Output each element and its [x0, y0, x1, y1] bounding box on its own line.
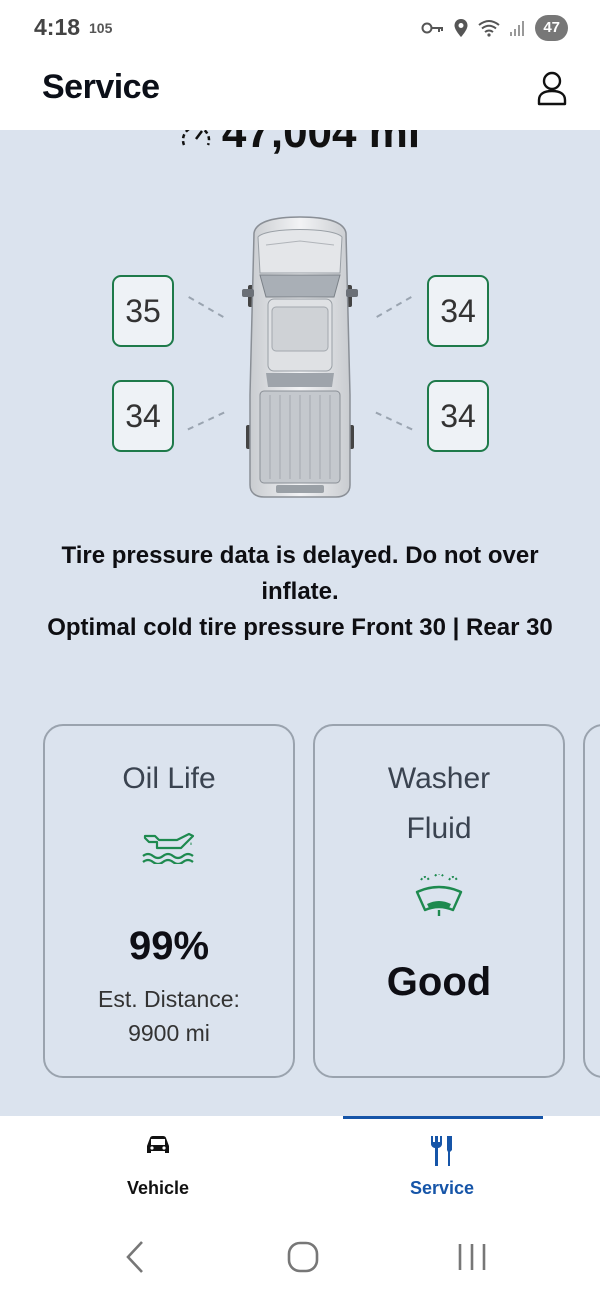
nav-vehicle[interactable]: Vehicle	[8, 1116, 308, 1216]
nav-service-label: Service	[409, 1178, 475, 1198]
next-card-peek[interactable]	[583, 724, 600, 1078]
gauge-icon	[180, 130, 212, 160]
key-icon	[421, 20, 445, 36]
washer-fluid-title: Washer Fluid	[387, 762, 491, 845]
profile-button[interactable]	[532, 68, 572, 108]
tire-connector-line	[376, 296, 412, 318]
signal-icon	[509, 19, 527, 37]
status-icons: 47	[421, 13, 568, 43]
tire-delay-warning: Tire pressure data is delayed. Do not ov…	[61, 542, 539, 605]
odometer-value: 47,004 mi	[221, 130, 421, 157]
est-distance-value: 9900 mi	[128, 1020, 210, 1046]
wrench-icon	[429, 1134, 455, 1173]
oil-life-card[interactable]: Oil Life 99% Est. Distance: 9900 mi	[43, 724, 295, 1078]
optimal-pressure-text: Optimal cold tire pressure Front 30 | Re…	[47, 614, 553, 641]
battery-badge: 47	[535, 15, 568, 41]
tire-connector-line	[187, 411, 225, 431]
location-icon	[453, 18, 469, 38]
status-sub: 105	[89, 20, 113, 36]
recents-icon[interactable]	[456, 1240, 488, 1279]
tire-rear-left: 34	[112, 380, 174, 452]
nav-vehicle-label: Vehicle	[126, 1178, 190, 1198]
system-nav-bar	[0, 1216, 600, 1300]
car-icon	[144, 1134, 172, 1161]
person-icon	[537, 71, 567, 106]
tire-pressure-message: Tire pressure data is delayed. Do not ov…	[40, 538, 560, 646]
home-icon[interactable]	[286, 1240, 320, 1279]
wifi-icon	[477, 18, 501, 38]
tire-connector-line	[375, 411, 413, 431]
active-tab-indicator	[343, 1116, 543, 1119]
tire-rear-right: 34	[427, 380, 489, 452]
windshield-washer-icon	[413, 872, 465, 923]
tire-front-right: 34	[427, 275, 489, 347]
truck-image	[242, 216, 358, 498]
washer-fluid-card[interactable]: Washer Fluid Good	[313, 724, 565, 1078]
tire-pressure-diagram: 35 34 34 34	[0, 210, 600, 510]
nav-service[interactable]: Service	[292, 1116, 592, 1216]
main-content: 47,004 mi 35 34 34 34 Tire pressure data…	[0, 130, 600, 1116]
app-header: Service	[0, 56, 600, 130]
status-bar: 4:18 105 47	[0, 0, 600, 56]
status-time: 4:18	[34, 14, 81, 40]
oil-est-distance: Est. Distance: 9900 mi	[45, 982, 293, 1050]
tire-front-left: 35	[112, 275, 174, 347]
oil-can-icon	[141, 828, 197, 869]
page-title: Service	[42, 68, 160, 106]
oil-life-title: Oil Life	[122, 762, 216, 795]
est-distance-label: Est. Distance:	[98, 986, 240, 1012]
tire-connector-line	[188, 296, 224, 318]
oil-life-percent: 99%	[128, 924, 210, 968]
back-icon[interactable]	[124, 1240, 146, 1279]
bottom-nav: Vehicle Service	[0, 1116, 600, 1216]
washer-fluid-status: Good	[386, 960, 492, 1004]
odometer: 47,004 mi	[0, 130, 600, 160]
